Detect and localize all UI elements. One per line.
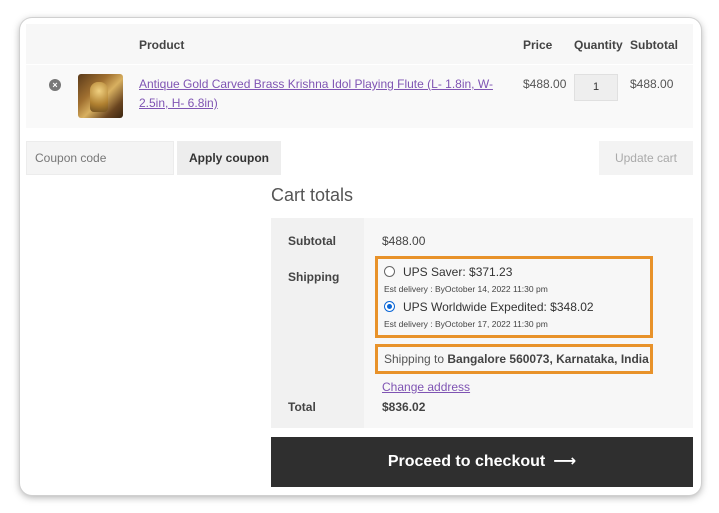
coupon-code-input[interactable]: Coupon code	[26, 141, 174, 175]
item-price: $488.00	[523, 77, 567, 91]
update-cart-button[interactable]: Update cart	[599, 141, 693, 175]
cart-totals-table: Subtotal $488.00 Shipping UPS Saver: $37…	[271, 218, 693, 428]
cart-table: Product Price Quantity Subtotal × Antiqu…	[26, 24, 693, 128]
shipping-option-label: UPS Worldwide Expedited: $348.02	[403, 300, 594, 314]
close-circle-icon[interactable]: ×	[49, 79, 61, 91]
apply-coupon-button[interactable]: Apply coupon	[177, 141, 281, 175]
table-row: × Antique Gold Carved Brass Krishna Idol…	[26, 64, 693, 128]
subtotal-label: Subtotal	[288, 234, 336, 248]
product-thumbnail[interactable]	[78, 74, 123, 118]
shipping-option-ups-worldwide-expedited[interactable]: UPS Worldwide Expedited: $348.02	[384, 300, 594, 314]
cart-totals-title: Cart totals	[271, 185, 354, 205]
product-name-link[interactable]: Antique Gold Carved Brass Krishna Idol P…	[139, 75, 514, 113]
header-subtotal: Subtotal	[630, 38, 678, 52]
header-quantity: Quantity	[574, 38, 623, 52]
change-address-link[interactable]: Change address	[382, 380, 470, 394]
checkout-label: Proceed to checkout	[387, 453, 546, 470]
arrow-right-icon: ⟶	[553, 453, 577, 470]
subtotal-value: $488.00	[382, 234, 426, 248]
ups-saver-radio[interactable]	[384, 266, 395, 277]
item-subtotal: $488.00	[630, 77, 674, 91]
shipping-option-ups-saver[interactable]: UPS Saver: $371.23	[384, 265, 512, 279]
shipping-destination: Shipping to Bangalore 560073, Karnataka,…	[375, 344, 653, 374]
header-product: Product	[139, 38, 185, 52]
shipping-label: Shipping	[288, 270, 340, 284]
total-value: $836.02	[382, 400, 426, 414]
header-price: Price	[523, 38, 553, 52]
shipping-option-label: UPS Saver: $371.23	[403, 265, 513, 279]
shipping-options-box: UPS Saver: $371.23 Est delivery : ByOcto…	[375, 256, 653, 338]
total-label: Total	[288, 400, 316, 414]
proceed-to-checkout-button[interactable]: Proceed to checkout ⟶	[271, 437, 693, 487]
est-delivery-text: Est delivery : ByOctober 17, 2022 11:30 …	[384, 319, 548, 329]
est-delivery-text: Est delivery : ByOctober 14, 2022 11:30 …	[384, 284, 548, 294]
ups-worldwide-expedited-radio[interactable]	[384, 301, 395, 312]
cart-panel: Product Price Quantity Subtotal × Antiqu…	[20, 18, 701, 495]
shipping-destination-place: Bangalore 560073, Karnataka, India	[447, 352, 649, 366]
quantity-input[interactable]: 1	[574, 74, 618, 101]
